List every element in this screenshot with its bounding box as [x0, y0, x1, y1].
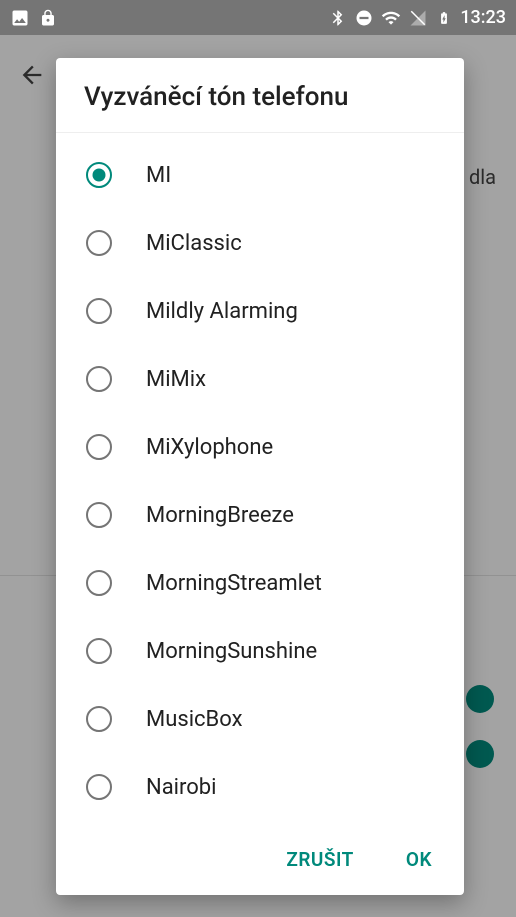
- ringtone-item[interactable]: MiXylophone: [56, 413, 464, 481]
- signal-icon: [408, 8, 428, 28]
- ringtone-label: MusicBox: [146, 707, 243, 732]
- status-time: 13:23: [460, 7, 506, 28]
- ringtone-label: MorningBreeze: [146, 503, 294, 528]
- ringtone-label: MiXylophone: [146, 435, 273, 460]
- radio-icon[interactable]: [86, 706, 112, 732]
- ringtone-item[interactable]: MiClassic: [56, 209, 464, 277]
- radio-icon[interactable]: [86, 230, 112, 256]
- ringtone-item[interactable]: MorningStreamlet: [56, 549, 464, 617]
- battery-charging-icon: [434, 8, 454, 28]
- ringtone-item[interactable]: MiMix: [56, 345, 464, 413]
- dialog-title: Vyzváněcí tón telefonu: [56, 58, 464, 133]
- ringtone-label: MorningSunshine: [146, 639, 317, 664]
- radio-icon[interactable]: [86, 162, 112, 188]
- ringtone-item[interactable]: MI: [56, 141, 464, 209]
- ringtone-item[interactable]: Nairobi: [56, 753, 464, 821]
- ringtone-label: MiClassic: [146, 231, 242, 256]
- ringtone-dialog: Vyzváněcí tón telefonu MI MiClassic Mildly…: [56, 58, 464, 895]
- ok-button[interactable]: OK: [394, 838, 444, 881]
- radio-icon[interactable]: [86, 638, 112, 664]
- ringtone-item[interactable]: MusicBox: [56, 685, 464, 753]
- status-right: 13:23: [328, 7, 506, 28]
- ringtone-label: Nairobi: [146, 775, 217, 800]
- ringtone-item[interactable]: MorningBreeze: [56, 481, 464, 549]
- ringtone-label: MI: [146, 163, 171, 188]
- bluetooth-icon: [328, 8, 348, 28]
- lock-icon: [38, 8, 58, 28]
- ringtone-label: MorningStreamlet: [146, 571, 322, 596]
- radio-icon[interactable]: [86, 434, 112, 460]
- status-left: [10, 8, 58, 28]
- ringtone-item[interactable]: Mildly Alarming: [56, 277, 464, 345]
- radio-icon[interactable]: [86, 570, 112, 596]
- dialog-actions: ZRUŠIT OK: [56, 824, 464, 895]
- ringtone-label: Mildly Alarming: [146, 299, 298, 324]
- image-icon: [10, 8, 30, 28]
- ringtone-label: MiMix: [146, 367, 206, 392]
- ringtone-item[interactable]: MorningSunshine: [56, 617, 464, 685]
- ringtone-list[interactable]: MI MiClassic Mildly Alarming MiMix MiXylopho…: [56, 133, 464, 824]
- dnd-icon: [354, 8, 374, 28]
- radio-icon[interactable]: [86, 502, 112, 528]
- status-bar: 13:23: [0, 0, 516, 35]
- radio-icon[interactable]: [86, 366, 112, 392]
- radio-icon[interactable]: [86, 774, 112, 800]
- cancel-button[interactable]: ZRUŠIT: [274, 838, 366, 881]
- radio-icon[interactable]: [86, 298, 112, 324]
- wifi-icon: [380, 8, 402, 28]
